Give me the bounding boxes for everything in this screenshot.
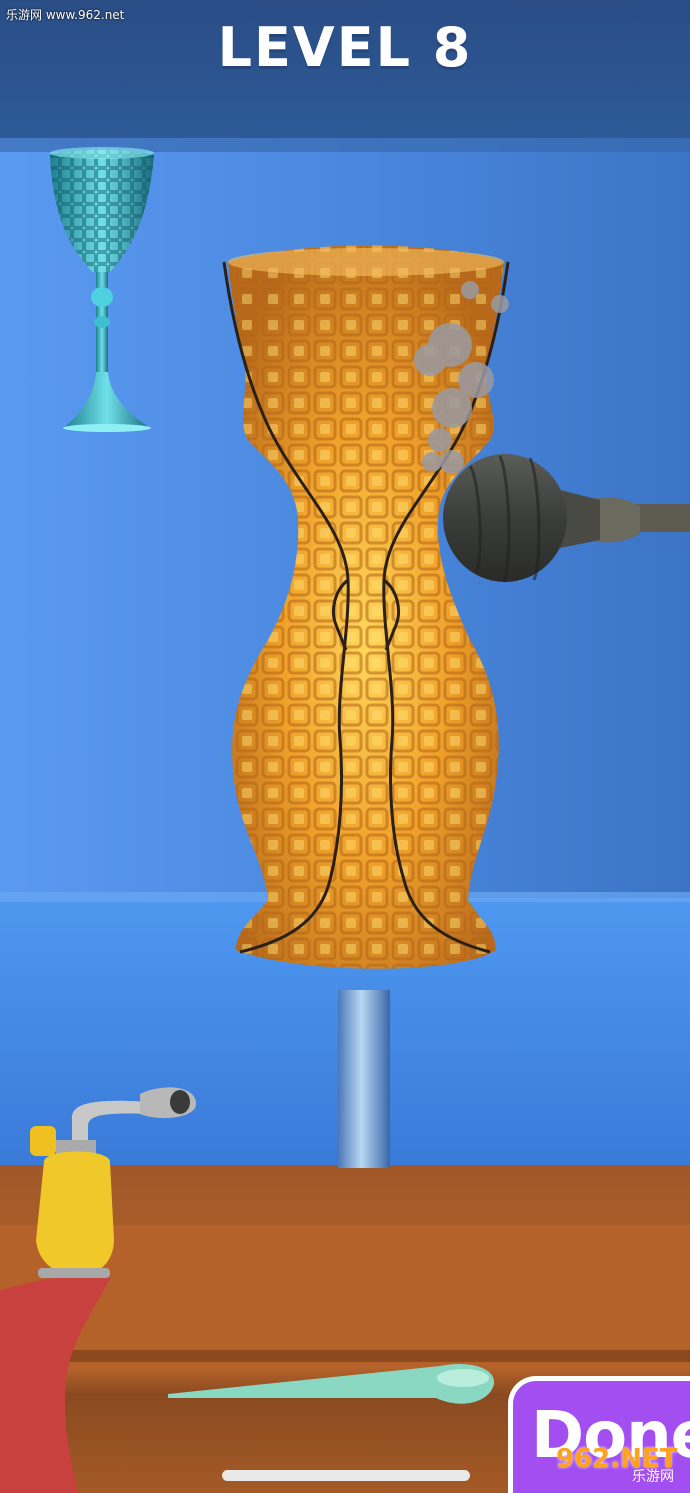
pole: [338, 990, 390, 1168]
watermark-logo-cn: 乐游网: [632, 1469, 674, 1485]
home-indicator[interactable]: [222, 1470, 470, 1481]
watermark-top: 乐游网 www.962.net: [6, 8, 125, 22]
level-title: LEVEL 8: [217, 16, 473, 79]
scene-art: [0, 138, 690, 1493]
game-scene: LEVEL 8 乐游网 www.962.net Done 962.NET 乐游网: [0, 0, 690, 1493]
